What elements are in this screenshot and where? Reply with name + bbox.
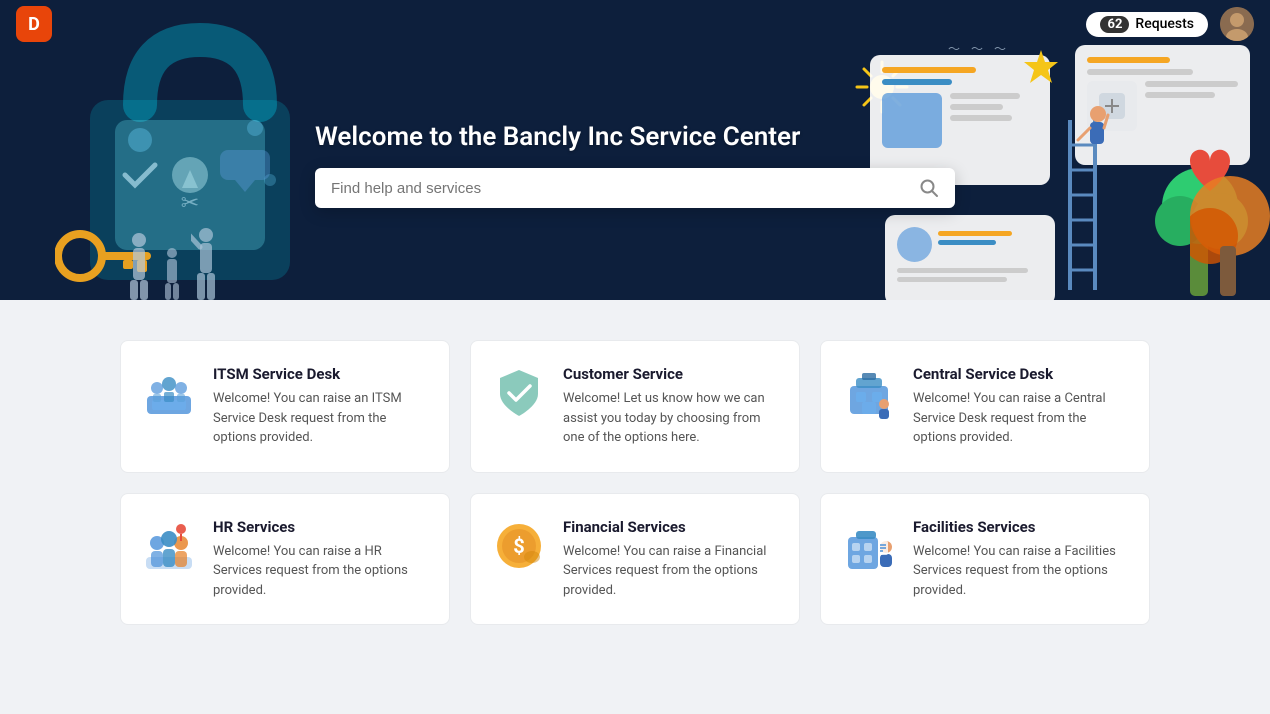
card-desc-facilities: Welcome! You can raise a Facilities Serv…	[913, 542, 1129, 601]
card-text-facilities: Facilities Services Welcome! You can rai…	[913, 518, 1129, 601]
hero-content: Welcome to the Bancly Inc Service Center	[315, 122, 955, 208]
hero-section: D 62 Requests	[0, 0, 1270, 300]
requests-button[interactable]: 62 Requests	[1086, 12, 1208, 37]
topbar: D 62 Requests	[0, 0, 1270, 48]
orange-bush	[1190, 136, 1270, 300]
card-title-itsm: ITSM Service Desk	[213, 365, 429, 383]
app-logo[interactable]: D	[16, 6, 52, 42]
topbar-right: 62 Requests	[1086, 7, 1254, 41]
search-bar	[315, 168, 955, 208]
ladder-figure	[1060, 70, 1110, 300]
card-text-itsm: ITSM Service Desk Welcome! You can raise…	[213, 365, 429, 448]
service-card-central[interactable]: Central Service Desk Welcome! You can ra…	[820, 340, 1150, 473]
card-desc-customer: Welcome! Let us know how we can assist y…	[563, 389, 779, 448]
card-title-central: Central Service Desk	[913, 365, 1129, 383]
card-text-customer: Customer Service Welcome! Let us know ho…	[563, 365, 779, 448]
svg-text:✂: ✂	[181, 191, 199, 216]
service-card-hr[interactable]: HR Services Welcome! You can raise a HR …	[120, 493, 450, 626]
card-desc-hr: Welcome! You can raise a HR Services req…	[213, 542, 429, 601]
hero-figures	[125, 225, 221, 300]
service-card-customer[interactable]: Customer Service Welcome! Let us know ho…	[470, 340, 800, 473]
card-title-facilities: Facilities Services	[913, 518, 1129, 536]
requests-label: Requests	[1135, 16, 1194, 32]
search-input[interactable]	[331, 180, 909, 197]
card-icon-central	[841, 365, 897, 421]
search-button[interactable]	[919, 178, 939, 198]
service-card-itsm[interactable]: ITSM Service Desk Welcome! You can raise…	[120, 340, 450, 473]
card-text-hr: HR Services Welcome! You can raise a HR …	[213, 518, 429, 601]
card-icon-financial	[491, 518, 547, 574]
hero-title: Welcome to the Bancly Inc Service Center	[315, 122, 955, 152]
card-icon-hr	[141, 518, 197, 574]
service-card-facilities[interactable]: Facilities Services Welcome! You can rai…	[820, 493, 1150, 626]
star-decoration	[1022, 48, 1060, 90]
card-title-hr: HR Services	[213, 518, 429, 536]
card-text-financial: Financial Services Welcome! You can rais…	[563, 518, 779, 601]
card-desc-itsm: Welcome! You can raise an ITSM Service D…	[213, 389, 429, 448]
card-title-financial: Financial Services	[563, 518, 779, 536]
card-text-central: Central Service Desk Welcome! You can ra…	[913, 365, 1129, 448]
requests-count: 62	[1100, 16, 1129, 33]
avatar[interactable]	[1220, 7, 1254, 41]
card-icon-customer	[491, 365, 547, 421]
cards-section: ITSM Service Desk Welcome! You can raise…	[0, 300, 1270, 665]
card-icon-itsm	[141, 365, 197, 421]
card-desc-financial: Welcome! You can raise a Financial Servi…	[563, 542, 779, 601]
card-title-customer: Customer Service	[563, 365, 779, 383]
card-desc-central: Welcome! You can raise a Central Service…	[913, 389, 1129, 448]
services-grid: ITSM Service Desk Welcome! You can raise…	[120, 340, 1150, 625]
service-card-financial[interactable]: Financial Services Welcome! You can rais…	[470, 493, 800, 626]
card-icon-facilities	[841, 518, 897, 574]
